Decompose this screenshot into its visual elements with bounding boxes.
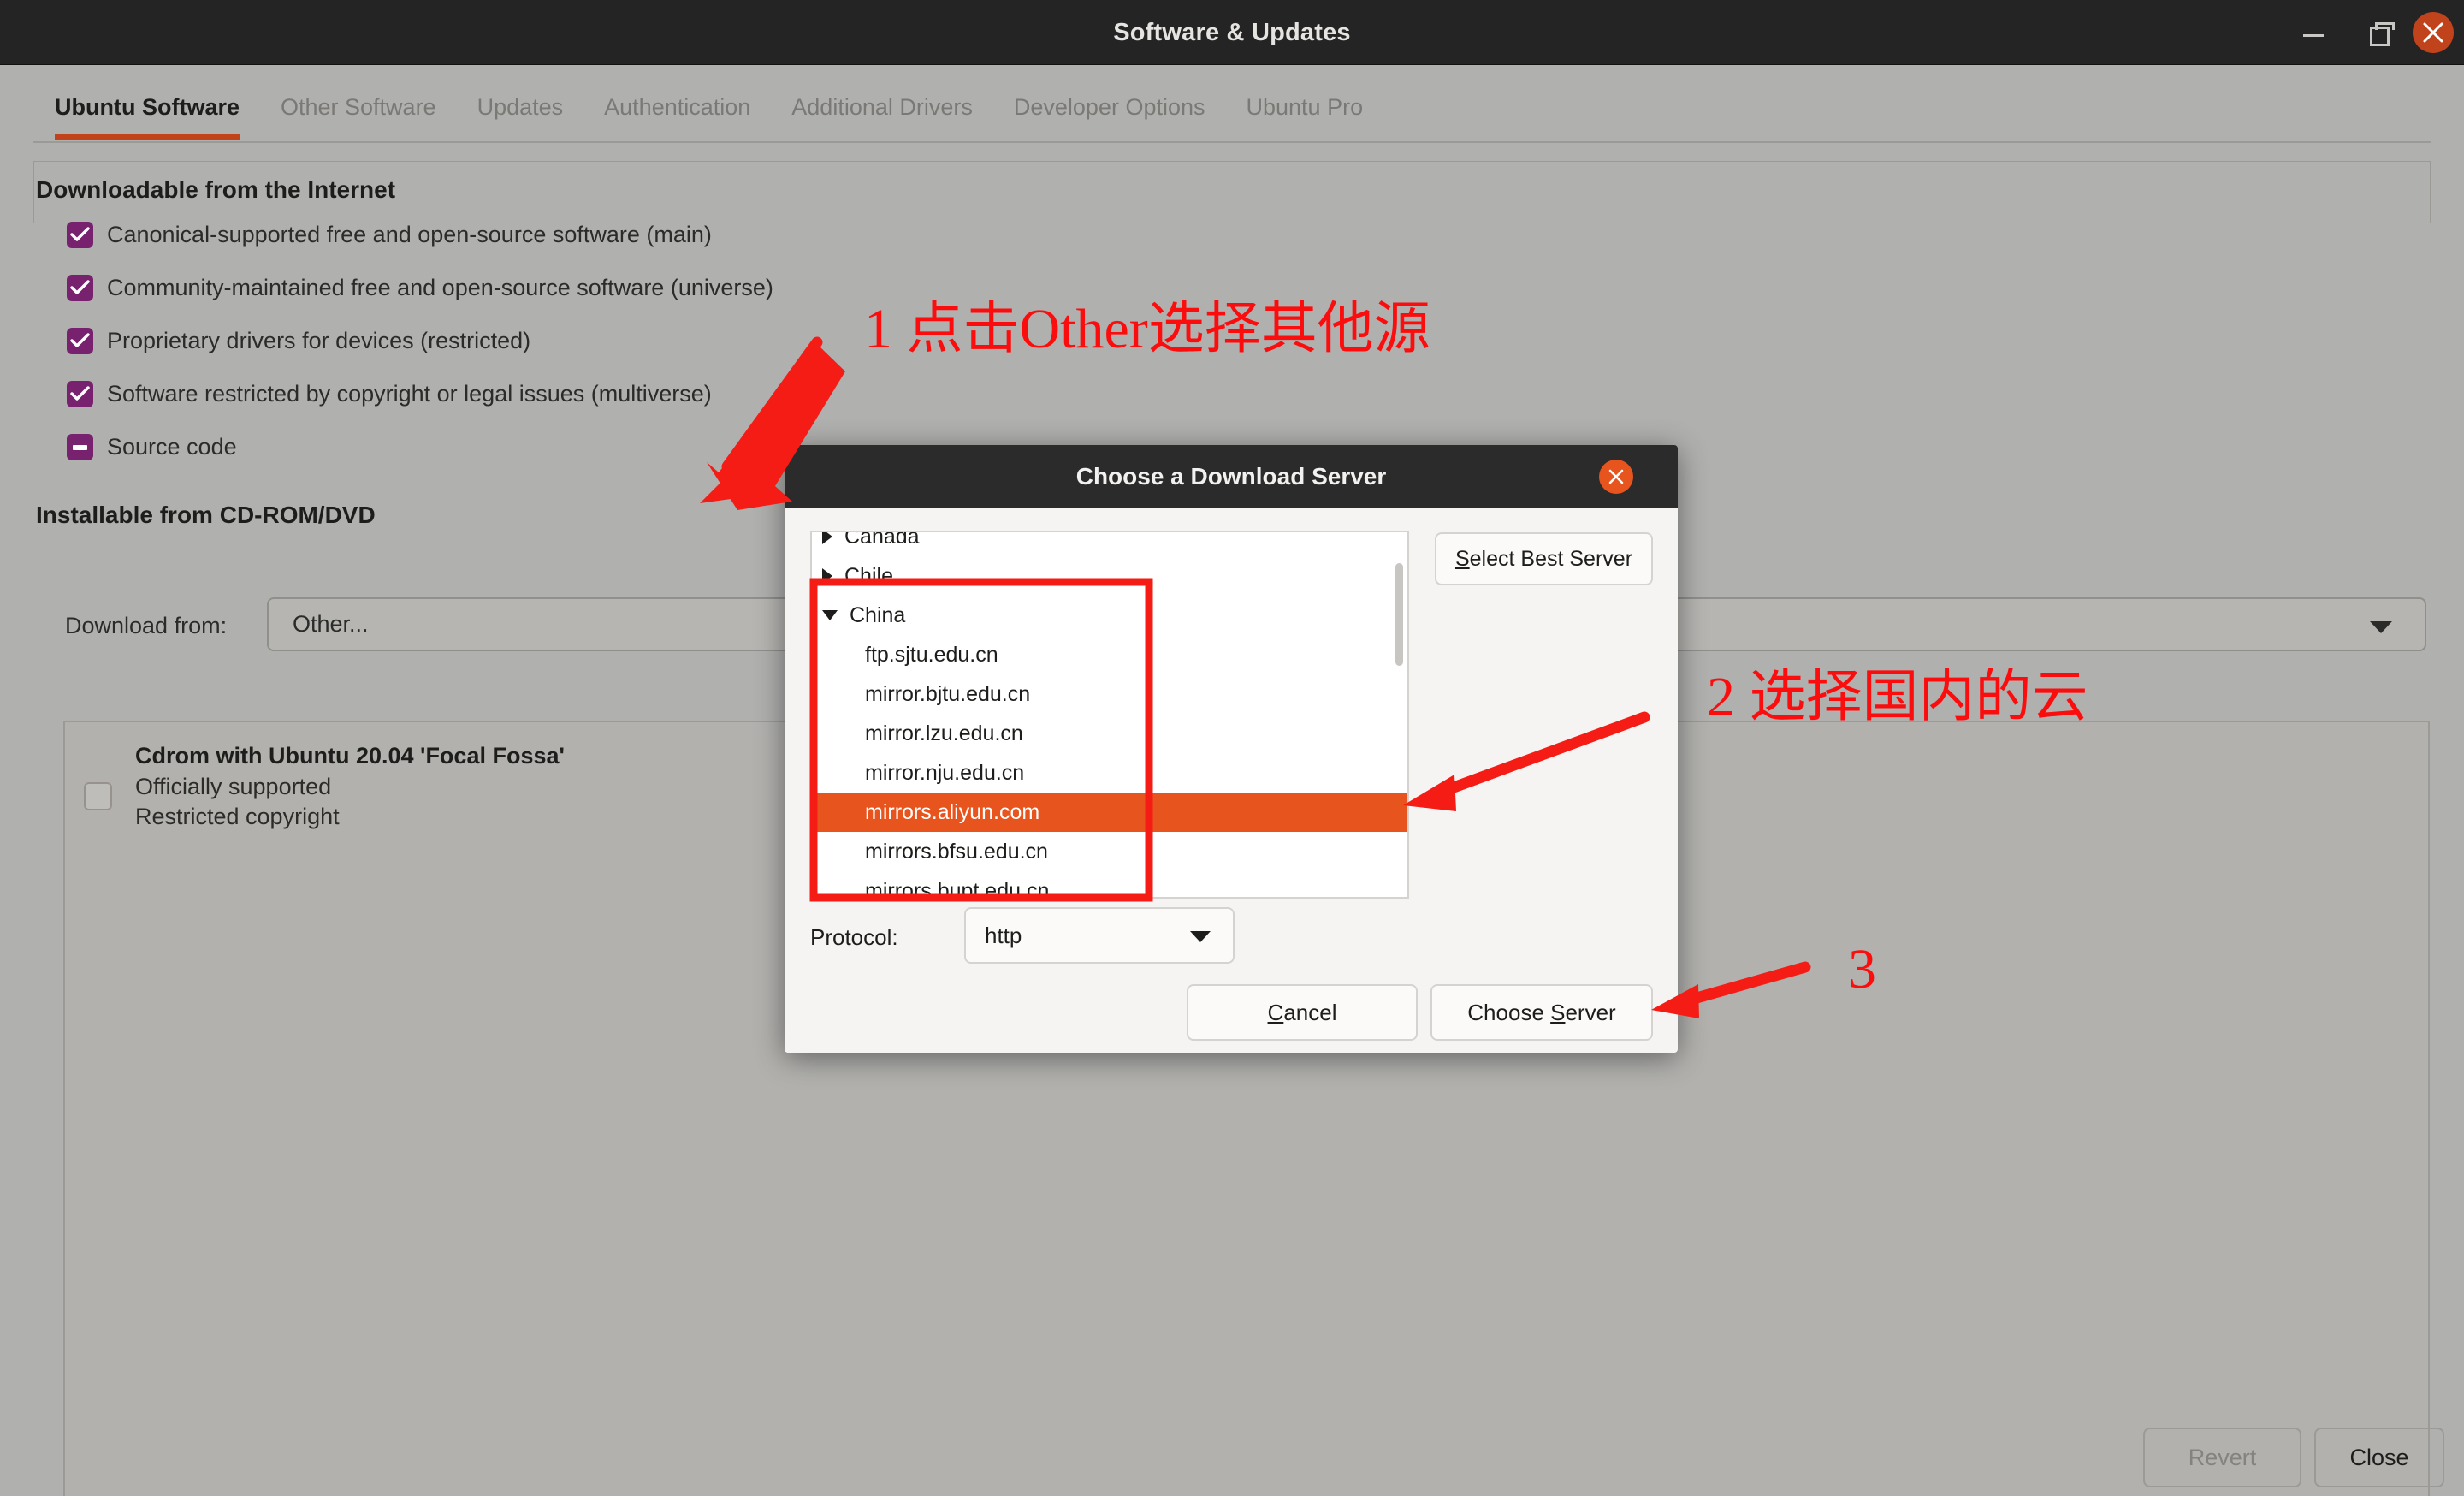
tab-additional-drivers[interactable]: Additional Drivers xyxy=(771,80,993,143)
download-from-value: Other... xyxy=(293,611,369,637)
server-label: China xyxy=(850,603,906,627)
server-row[interactable]: mirror.bjtu.edu.cn xyxy=(812,674,1407,714)
server-country-row[interactable]: China xyxy=(812,596,1407,635)
server-label: mirror.bjtu.edu.cn xyxy=(865,681,1031,706)
checkbox-row-1[interactable]: Community-maintained free and open-sourc… xyxy=(67,269,773,306)
server-label: Canada xyxy=(844,531,920,549)
tab-other-software[interactable]: Other Software xyxy=(260,80,457,143)
app-window: Software & Updates Ubuntu Software Other … xyxy=(0,0,2464,1496)
protocol-combobox[interactable]: http xyxy=(964,907,1235,964)
server-row[interactable]: mirror.nju.edu.cn xyxy=(812,753,1407,793)
cdrom-checkbox[interactable] xyxy=(84,782,112,810)
tab-ubuntu-pro[interactable]: Ubuntu Pro xyxy=(1226,80,1384,143)
dialog-close-icon[interactable] xyxy=(1599,460,1633,494)
cdrom-section-title: Installable from CD-ROM/DVD xyxy=(36,502,376,528)
choose-server-button[interactable]: Choose Server xyxy=(1430,984,1653,1041)
cdrom-line2: Officially supported xyxy=(135,774,332,799)
footer-bar: Revert Close xyxy=(0,1407,2464,1496)
checkbox-checked-icon[interactable] xyxy=(67,221,93,248)
cdrom-line3: Restricted copyright xyxy=(135,804,340,829)
checkbox-label: Source code xyxy=(107,433,237,460)
tab-bar: Ubuntu Software Other Software Updates Auth… xyxy=(0,80,2464,223)
server-row[interactable]: mirrors.aliyun.com xyxy=(812,793,1407,832)
cancel-label: Cancel xyxy=(1267,999,1337,1025)
server-row[interactable]: mirrors.bfsu.edu.cn xyxy=(812,832,1407,871)
dialog-title-bar: Choose a Download Server xyxy=(785,445,1678,508)
server-list[interactable]: Canada Chile China ftp.sjtu.edu.cn mirror.bj… xyxy=(810,531,1409,899)
server-list-scrollbar[interactable] xyxy=(1395,563,1403,666)
chevron-down-icon xyxy=(1190,931,1211,942)
tab-updates[interactable]: Updates xyxy=(457,80,584,143)
server-country-row[interactable]: Canada xyxy=(812,531,1407,556)
close-icon[interactable] xyxy=(2413,12,2454,53)
checkbox-checked-icon[interactable] xyxy=(67,274,93,301)
server-label: mirror.lzu.edu.cn xyxy=(865,721,1023,745)
tab-strip: Ubuntu Software Other Software Updates Auth… xyxy=(34,80,1383,143)
tab-authentication[interactable]: Authentication xyxy=(583,80,771,143)
choose-server-label: Choose Server xyxy=(1467,999,1616,1025)
checkbox-label: Canonical-supported free and open-source… xyxy=(107,221,712,247)
server-label: ftp.sjtu.edu.cn xyxy=(865,642,998,667)
checkbox-row-4[interactable]: Source code xyxy=(67,428,237,466)
select-best-server-button[interactable]: Select Best Server xyxy=(1435,532,1653,585)
window-title: Software & Updates xyxy=(1113,19,1351,46)
protocol-label: Protocol: xyxy=(810,924,898,950)
server-row[interactable]: ftp.sjtu.edu.cn xyxy=(812,635,1407,674)
chevron-down-icon xyxy=(2370,621,2392,633)
checkbox-checked-icon[interactable] xyxy=(67,380,93,407)
tab-ubuntu-software[interactable]: Ubuntu Software xyxy=(34,80,260,143)
tab-developer-options[interactable]: Developer Options xyxy=(993,80,1226,143)
select-best-server-label: Select Best Server xyxy=(1454,546,1633,571)
server-label: mirrors.bupt.edu.cn xyxy=(865,878,1050,899)
cancel-button[interactable]: Cancel xyxy=(1187,984,1418,1041)
protocol-value: http xyxy=(985,923,1022,948)
checkbox-row-3[interactable]: Software restricted by copyright or lega… xyxy=(67,375,712,413)
revert-button[interactable]: Revert xyxy=(2143,1428,2301,1487)
tab-bar-underline xyxy=(33,141,2431,143)
title-bar: Software & Updates xyxy=(0,0,2464,65)
checkbox-label: Software restricted by copyright or lega… xyxy=(107,380,712,407)
checkbox-row-0[interactable]: Canonical-supported free and open-source… xyxy=(67,216,712,253)
minimize-icon[interactable] xyxy=(2296,15,2331,50)
download-section-title: Downloadable from the Internet xyxy=(36,176,396,203)
maximize-icon[interactable] xyxy=(2363,15,2397,50)
server-label: mirrors.bfsu.edu.cn xyxy=(865,839,1048,864)
choose-download-server-dialog: Choose a Download Server Canada Chile Chin… xyxy=(785,445,1678,1053)
server-label: mirrors.aliyun.com xyxy=(865,799,1040,824)
checkbox-row-2[interactable]: Proprietary drivers for devices (restric… xyxy=(67,322,530,359)
checkbox-indeterminate-icon[interactable] xyxy=(67,433,93,460)
checkbox-checked-icon[interactable] xyxy=(67,327,93,354)
server-label: mirror.nju.edu.cn xyxy=(865,760,1025,785)
chevron-right-icon[interactable] xyxy=(822,568,832,584)
close-button[interactable]: Close xyxy=(2314,1428,2444,1487)
download-from-label: Download from: xyxy=(65,613,228,638)
server-country-row[interactable]: Chile xyxy=(812,556,1407,596)
server-row[interactable]: mirrors.bupt.edu.cn xyxy=(812,871,1407,899)
checkbox-label: Proprietary drivers for devices (restric… xyxy=(107,327,531,353)
server-row[interactable]: mirror.lzu.edu.cn xyxy=(812,714,1407,753)
chevron-down-icon[interactable] xyxy=(822,610,838,620)
checkbox-label: Community-maintained free and open-sourc… xyxy=(107,274,773,300)
cdrom-title: Cdrom with Ubuntu 20.04 'Focal Fossa' xyxy=(135,743,565,769)
server-label: Chile xyxy=(844,563,893,588)
chevron-right-icon[interactable] xyxy=(822,532,832,544)
dialog-title: Choose a Download Server xyxy=(1075,463,1387,490)
